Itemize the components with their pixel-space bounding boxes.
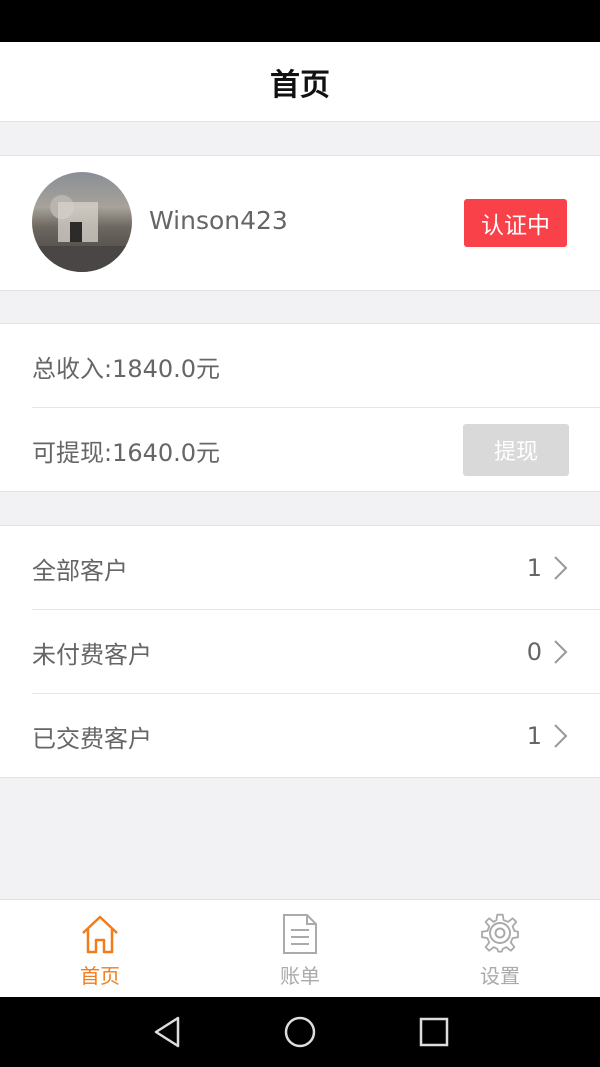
android-nav-bar <box>0 997 600 1067</box>
document-icon <box>283 914 317 954</box>
tab-label: 设置 <box>480 964 520 988</box>
customers-card: 全部客户 1 未付费客户 0 已交费客户 1 <box>0 525 600 778</box>
chevron-right-icon <box>554 640 568 664</box>
back-icon[interactable] <box>150 1014 186 1050</box>
withdraw-button[interactable]: 提现 <box>463 424 569 476</box>
tab-label: 账单 <box>280 964 320 988</box>
list-item-label: 未付费客户 <box>32 640 152 669</box>
total-income-label: 总收入:1840.0元 <box>32 354 221 383</box>
list-item-count: 0 <box>526 638 542 666</box>
list-item-unpaid-customers[interactable]: 未付费客户 0 <box>0 610 600 694</box>
tab-home[interactable]: 首页 <box>0 900 200 998</box>
tab-label: 首页 <box>80 964 120 988</box>
list-item-label: 已交费客户 <box>32 724 152 753</box>
list-item-count: 1 <box>526 722 542 750</box>
status-badge: 认证中 <box>464 199 567 247</box>
page-title: 首页 <box>270 67 330 103</box>
tab-bar: 首页 账单 设置 <box>0 899 600 997</box>
home-icon <box>82 915 118 954</box>
list-item-count: 1 <box>526 554 542 582</box>
username: Winson423 <box>149 206 288 235</box>
list-item-all-customers[interactable]: 全部客户 1 <box>0 526 600 610</box>
list-item-label: 全部客户 <box>32 556 128 585</box>
chevron-right-icon <box>554 724 568 748</box>
title-bar: 首页 <box>0 42 600 122</box>
withdrawable-label: 可提现:1640.0元 <box>32 438 221 467</box>
status-bar <box>0 0 600 42</box>
gear-icon <box>481 913 519 953</box>
home-circle-icon[interactable] <box>282 1014 318 1050</box>
profile-card: Winson423 认证中 <box>0 155 600 291</box>
chevron-right-icon <box>554 556 568 580</box>
tab-settings[interactable]: 设置 <box>400 900 600 998</box>
tab-bills[interactable]: 账单 <box>200 900 400 998</box>
total-income-row: 总收入:1840.0元 <box>0 324 600 408</box>
avatar[interactable] <box>32 172 132 272</box>
recents-icon[interactable] <box>416 1014 452 1050</box>
list-item-paid-customers[interactable]: 已交费客户 1 <box>0 694 600 778</box>
income-card: 总收入:1840.0元 可提现:1640.0元 提现 <box>0 323 600 492</box>
